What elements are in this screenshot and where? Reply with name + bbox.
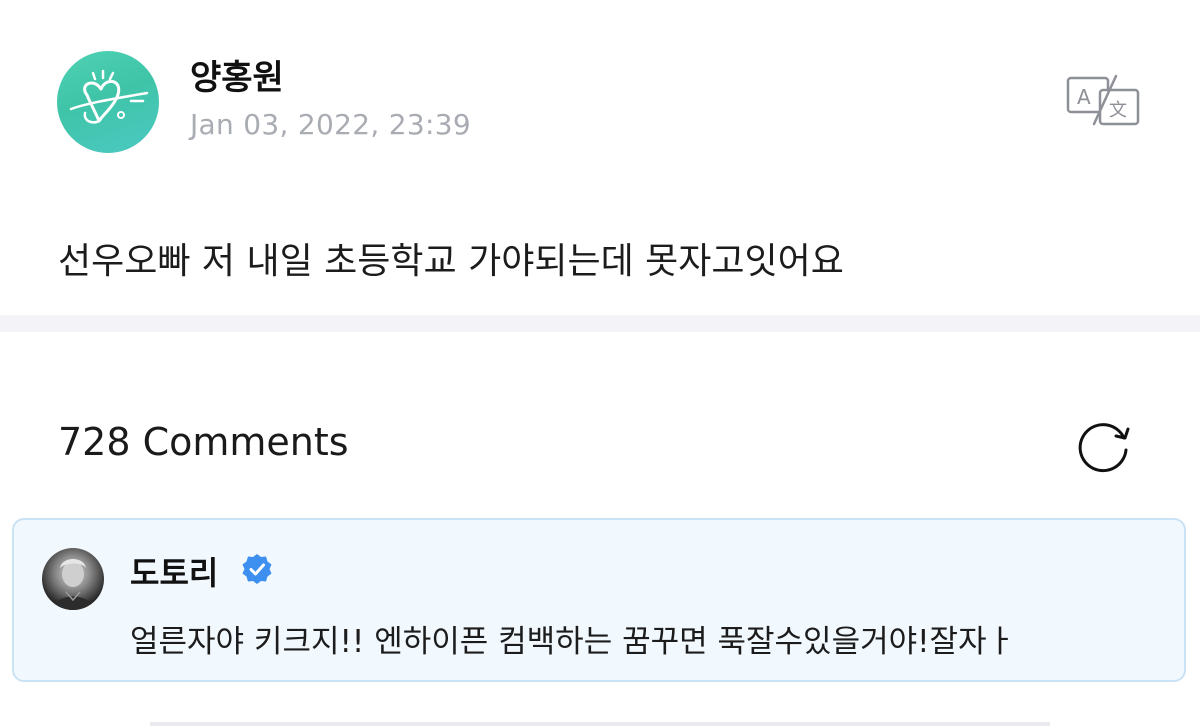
svg-text:文: 文 xyxy=(1109,100,1127,121)
refresh-icon xyxy=(1078,423,1130,473)
author-avatar[interactable] xyxy=(57,51,159,153)
next-item-edge xyxy=(150,722,1050,726)
translate-button[interactable]: A 文 xyxy=(1064,72,1142,128)
svg-text:A: A xyxy=(1077,85,1091,109)
post-page: 양홍원 Jan 03, 2022, 23:39 A 文 선우오빠 저 내일 초등… xyxy=(0,0,1200,726)
comment-text: 얼른자야 키크지!! 엔하이픈 컴백하는 꿈꾸면 푹잘수있을거야!잘자ㅏ xyxy=(130,624,1016,660)
commenter-avatar[interactable] xyxy=(42,548,104,610)
heart-doodle-icon xyxy=(69,69,149,124)
post-body-text: 선우오빠 저 내일 초등학교 가야되는데 못자고잇어요 xyxy=(58,241,844,282)
post-header: 양홍원 Jan 03, 2022, 23:39 A 文 xyxy=(0,0,1200,180)
verified-badge-icon xyxy=(240,552,274,586)
refresh-button[interactable] xyxy=(1072,416,1134,474)
commenter-name[interactable]: 도토리 xyxy=(130,548,218,594)
profile-photo-icon xyxy=(52,559,94,610)
post-date: Jan 03, 2022, 23:39 xyxy=(190,108,471,141)
comment-card[interactable]: 도토리 얼른자야 키크지!! 엔하이픈 컴백하는 꿈꾸면 푹잘수있을거야!잘자ㅏ xyxy=(12,518,1186,682)
author-name[interactable]: 양홍원 xyxy=(190,50,284,99)
translate-icon: A 文 xyxy=(1066,74,1140,126)
comments-count: 728 Comments xyxy=(58,420,349,464)
section-divider xyxy=(0,315,1200,332)
